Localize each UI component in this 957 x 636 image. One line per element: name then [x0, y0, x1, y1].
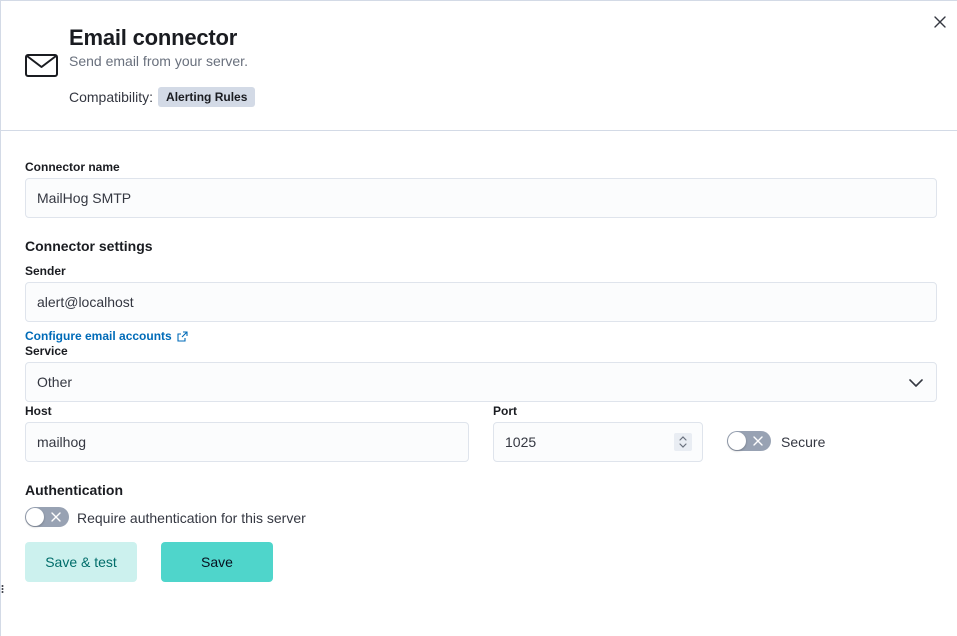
sender-field[interactable] — [25, 282, 937, 322]
compatibility-row: Compatibility: Alerting Rules — [69, 87, 256, 107]
host-field[interactable] — [25, 422, 469, 462]
page-title: Email connector — [69, 25, 238, 50]
port-field[interactable] — [493, 422, 703, 462]
require-auth-label: Require authentication for this server — [77, 510, 306, 526]
page-subtitle: Send email from your server. — [69, 53, 248, 69]
save-button[interactable]: Save — [161, 542, 273, 582]
flyout-header: Email connector Send email from your ser… — [1, 1, 957, 131]
require-auth-toggle[interactable] — [25, 507, 69, 527]
port-input[interactable] — [505, 434, 691, 450]
connector-name-input[interactable] — [37, 190, 925, 206]
connector-name-label: Connector name — [25, 160, 120, 174]
external-link-icon — [177, 330, 188, 342]
host-input[interactable] — [37, 434, 457, 450]
port-stepper[interactable] — [674, 433, 692, 451]
envelope-icon — [25, 54, 58, 77]
secure-label: Secure — [781, 434, 826, 450]
resize-handle-icon[interactable] — [1, 584, 4, 594]
chevron-down-icon — [909, 379, 923, 387]
port-label: Port — [493, 404, 517, 418]
stepper-icon — [679, 436, 687, 448]
service-select-value: Other — [37, 374, 73, 390]
secure-toggle[interactable] — [727, 431, 771, 451]
sender-input[interactable] — [37, 294, 925, 310]
secure-toggle-knob — [728, 432, 746, 450]
configure-email-link[interactable]: Configure email accounts — [25, 329, 188, 343]
service-label: Service — [25, 344, 68, 358]
connector-name-field[interactable] — [25, 178, 937, 218]
compatibility-badge: Alerting Rules — [158, 87, 256, 107]
connector-flyout: Email connector Send email from your ser… — [0, 0, 957, 636]
cross-icon — [753, 436, 763, 446]
service-select[interactable]: Other — [25, 362, 937, 402]
require-auth-toggle-knob — [26, 508, 44, 526]
sender-label: Sender — [25, 264, 66, 278]
close-icon — [934, 16, 946, 28]
connector-settings-title: Connector settings — [25, 238, 153, 254]
cross-icon — [51, 512, 61, 522]
close-button[interactable] — [931, 13, 949, 31]
configure-email-link-label: Configure email accounts — [25, 329, 172, 343]
host-label: Host — [25, 404, 52, 418]
save-and-test-button[interactable]: Save & test — [25, 542, 137, 582]
compatibility-label: Compatibility: — [69, 89, 154, 105]
authentication-title: Authentication — [25, 482, 123, 498]
